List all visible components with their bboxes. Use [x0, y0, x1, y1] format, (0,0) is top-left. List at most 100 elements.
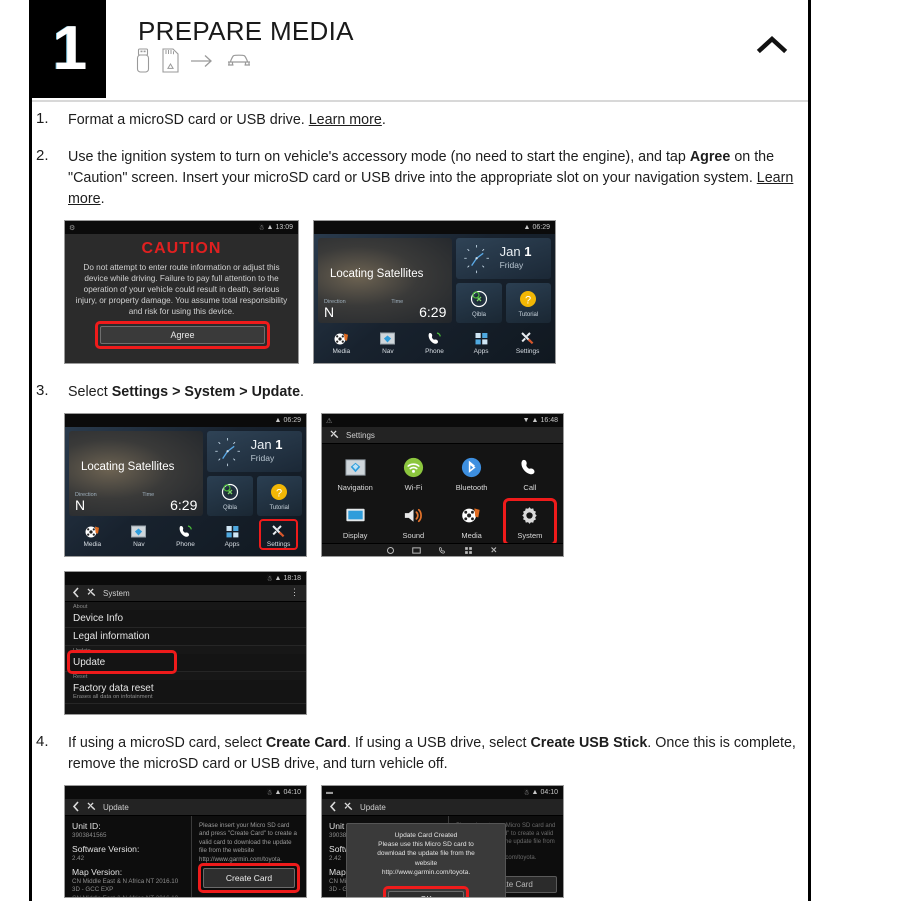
dock-item-nav[interactable]: Nav — [365, 329, 412, 355]
dock-item-phone[interactable]: Phone — [411, 329, 458, 355]
create-card-button[interactable]: Create Card — [203, 868, 295, 888]
step-1-number: 1. — [36, 110, 49, 127]
page-title: PREPARE MEDIA — [138, 16, 354, 46]
svg-text:?: ? — [276, 487, 282, 499]
status-bar: ⚠ ▼ ▲ 16:48 — [322, 414, 563, 427]
analog-clock-icon — [207, 431, 248, 472]
tile-qibla-label: Qibla — [223, 504, 238, 511]
bluetooth-icon: ☃ — [266, 575, 272, 583]
dock-item-settings[interactable]: Settings — [255, 519, 302, 550]
tile-qibla[interactable]: Qibla — [456, 282, 502, 323]
chevron-up-icon — [756, 35, 788, 54]
dock-nav-icon[interactable] — [386, 542, 395, 556]
update-info-panel: Unit ID: 3903841565 Software Version: 2.… — [65, 816, 192, 897]
tile-tutorial[interactable]: ? Tutorial — [256, 475, 302, 516]
tile-map[interactable]: Locating Satellites Direction N Time 6:2… — [318, 238, 453, 323]
step-2-number: 2. — [36, 147, 49, 164]
dock-item-apps[interactable]: Apps — [209, 522, 256, 548]
step-ignition-insert: 2. Use the ignition system to turn on ve… — [32, 147, 808, 210]
dock-phone-icon[interactable] — [438, 542, 447, 556]
settings-label-sound: Sound — [402, 531, 425, 540]
date-display: Jan 1 Friday — [498, 238, 551, 279]
dock-item-phone[interactable]: Phone — [162, 522, 209, 548]
media-icon — [69, 522, 116, 541]
red-highlight-box: Agree — [95, 321, 270, 349]
chevron-left-icon[interactable] — [72, 586, 80, 600]
settings-item-navigation[interactable]: Navigation — [326, 450, 384, 498]
list-label-factory-data-reset: Factory data reset — [73, 683, 154, 694]
locating-satellites-label: Locating Satellites — [81, 461, 175, 473]
settings-item-media[interactable]: Media — [443, 498, 501, 546]
dock-apps-icon[interactable] — [464, 542, 473, 556]
screenshot-system-list: ☃ ▲ 18:18 System ⋮ About Device Info Leg… — [64, 571, 307, 715]
tile-qibla[interactable]: Qibla — [207, 475, 253, 516]
settings-item-wifi[interactable]: Wi-Fi — [384, 450, 442, 498]
step-3-number: 3. — [36, 382, 49, 399]
step-3-text: Select Settings > System > Update. — [68, 382, 808, 403]
step-create-media: 4. If using a microSD card, select Creat… — [32, 733, 808, 775]
dock-settings-icon[interactable] — [490, 542, 499, 556]
list-item-update[interactable]: Update — [65, 650, 306, 674]
section-header[interactable]: 1 PREPARE MEDIA — [32, 0, 808, 100]
media-flow-icons — [136, 48, 254, 79]
screenshot-update-sd-confirm: ▬ ☃ ▲ 04:10 Update Unit ID: 2.42 Map CN … — [321, 785, 564, 898]
step-4-text: If using a microSD card, select Create C… — [68, 733, 808, 775]
agree-button[interactable]: Agree — [100, 326, 265, 344]
dock-item-nav[interactable]: Nav — [116, 522, 163, 548]
dock-item-apps[interactable]: Apps — [458, 329, 505, 355]
settings-item-call[interactable]: Call — [501, 450, 559, 498]
dock-item-settings[interactable]: Settings — [504, 329, 551, 355]
tile-tutorial[interactable]: ? Tutorial — [505, 282, 551, 323]
direction-field: Direction N — [69, 489, 136, 516]
settings-item-display[interactable]: Display — [326, 498, 384, 546]
time-value: 6:29 — [170, 497, 198, 513]
list-item-device-info[interactable]: Device Info — [65, 610, 306, 628]
dock-media-icon[interactable] — [412, 542, 421, 556]
kebab-menu-icon[interactable]: ⋮ — [290, 588, 299, 597]
settings-label-navigation: Navigation — [337, 483, 373, 492]
create-card-highlight: Create Card — [198, 863, 300, 893]
settings-label-wifi: Wi-Fi — [404, 483, 423, 492]
list-label-legal-information: Legal information — [73, 631, 150, 642]
ok-button[interactable]: OK — [388, 891, 464, 897]
dialog-line-5: http://www.garmin.com/toyota. — [381, 868, 471, 876]
signal-icon: ▲ — [531, 789, 539, 796]
tools-icon — [86, 801, 97, 814]
apps-grid-icon — [458, 329, 505, 348]
list-item-factory-data-reset[interactable]: Factory data reset Erases all data on in… — [65, 680, 306, 704]
collapse-section-button[interactable] — [750, 28, 794, 62]
caution-body-text: Do not attempt to enter route informatio… — [75, 263, 288, 316]
tile-map[interactable]: Locating Satellites Direction N Time 6:2… — [69, 431, 204, 516]
settings-bar-title: Settings — [346, 430, 375, 440]
chevron-left-icon[interactable] — [329, 800, 337, 814]
step-1-text-a: Format a microSD card or USB drive. — [68, 112, 309, 128]
list-desc-factory-data-reset: Erases all data on infotainment — [73, 694, 153, 700]
settings-item-bluetooth[interactable]: Bluetooth — [443, 450, 501, 498]
dock-item-media[interactable]: Media — [318, 329, 365, 355]
settings-item-sound[interactable]: Sound — [384, 498, 442, 546]
system-bar-title: System — [103, 588, 130, 598]
dialog-line-1: Update Card Created — [394, 832, 458, 839]
time-field: Time 6:29 — [385, 296, 452, 323]
list-item-legal-information[interactable]: Legal information — [65, 628, 306, 646]
tools-icon — [343, 801, 354, 814]
step-3-text-b: . — [300, 384, 305, 400]
header-divider — [32, 100, 808, 102]
phone-icon — [411, 329, 458, 348]
phone-icon — [162, 522, 209, 541]
map-icon — [365, 329, 412, 348]
dock-item-media[interactable]: Media — [69, 522, 116, 548]
list-group-header-about: About — [65, 602, 306, 610]
list-label-update: Update — [73, 657, 106, 668]
chevron-left-icon[interactable] — [72, 800, 80, 814]
unit-id-value: 3903841565 — [72, 832, 107, 839]
signal-icon: ▲ — [274, 789, 282, 796]
learn-more-link-1[interactable]: Learn more — [309, 112, 382, 128]
settings-item-system[interactable]: System — [501, 498, 559, 546]
arrow-right-icon — [189, 51, 215, 76]
tile-clock-date[interactable]: Jan 1 Friday — [207, 431, 302, 472]
tile-clock-date[interactable]: Jan 1 Friday — [456, 238, 551, 279]
analog-clock-icon — [456, 238, 497, 279]
dock-label-apps: Apps — [473, 348, 489, 355]
step-4-bold-create-card: Create Card — [265, 735, 347, 751]
